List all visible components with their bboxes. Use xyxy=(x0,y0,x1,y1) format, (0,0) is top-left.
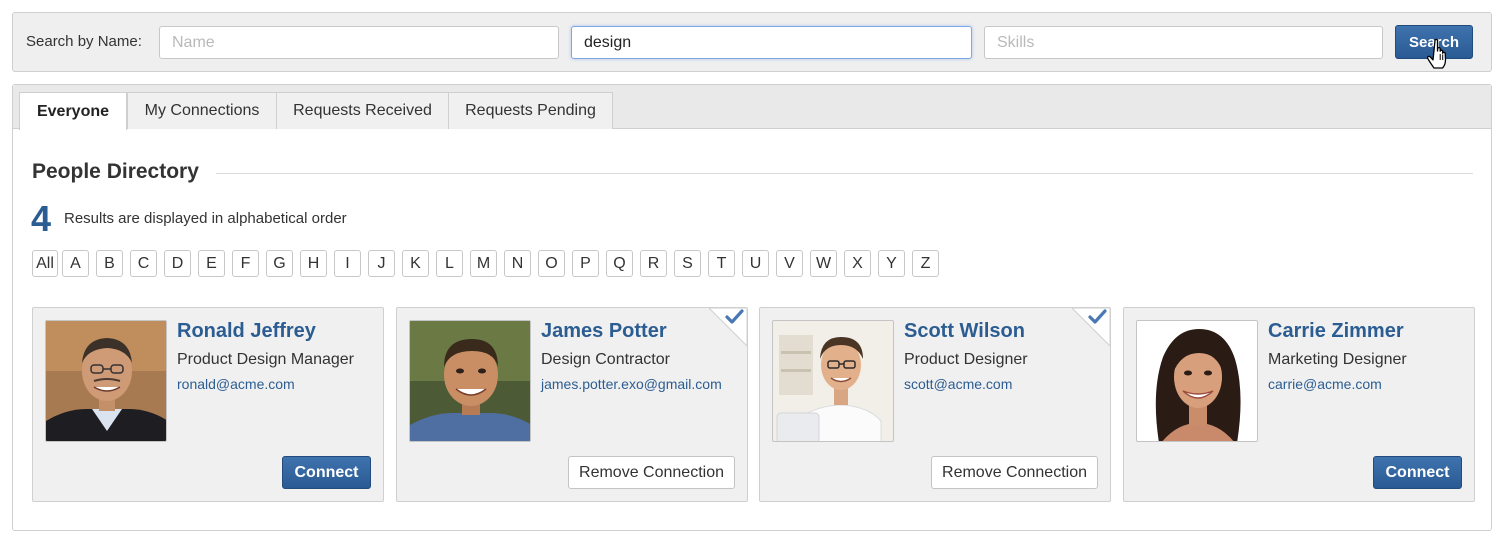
tab-requests-pending[interactable]: Requests Pending xyxy=(448,92,613,129)
letter-filter-z[interactable]: Z xyxy=(912,250,939,277)
connected-check-icon xyxy=(709,308,747,346)
person-email[interactable]: carrie@acme.com xyxy=(1268,376,1382,392)
letter-filter-v[interactable]: V xyxy=(776,250,803,277)
tab-requests-received[interactable]: Requests Received xyxy=(276,92,449,129)
letter-filter-n[interactable]: N xyxy=(504,250,531,277)
letter-filter-w[interactable]: W xyxy=(810,250,837,277)
letter-filter-all[interactable]: All xyxy=(32,250,58,277)
letter-filter-u[interactable]: U xyxy=(742,250,769,277)
skills-search-input[interactable] xyxy=(984,26,1383,59)
tab-bar: Everyone My Connections Requests Receive… xyxy=(13,85,1491,130)
person-card: Carrie Zimmer Marketing Designer carrie@… xyxy=(1123,307,1475,502)
person-name[interactable]: Carrie Zimmer xyxy=(1268,320,1404,343)
search-bar: Search by Name: Search xyxy=(12,12,1492,72)
person-role: Product Design Manager xyxy=(177,351,354,368)
person-name[interactable]: Ronald Jeffrey xyxy=(177,320,316,343)
person-name[interactable]: James Potter xyxy=(541,320,667,343)
letter-filter-o[interactable]: O xyxy=(538,250,565,277)
connected-check-icon xyxy=(1072,308,1110,346)
letter-filter-s[interactable]: S xyxy=(674,250,701,277)
letter-filter-k[interactable]: K xyxy=(402,250,429,277)
tab-my-connections[interactable]: My Connections xyxy=(127,92,277,129)
person-email[interactable]: ronald@acme.com xyxy=(177,376,295,392)
person-card: James Potter Design Contractor james.pot… xyxy=(396,307,748,502)
person-email[interactable]: scott@acme.com xyxy=(904,376,1012,392)
letter-filter-p[interactable]: P xyxy=(572,250,599,277)
letter-filter-h[interactable]: H xyxy=(300,250,327,277)
title-divider xyxy=(216,173,1473,174)
person-role: Marketing Designer xyxy=(1268,351,1407,368)
letter-filter-a[interactable]: A xyxy=(62,250,89,277)
letter-filter-i[interactable]: I xyxy=(334,250,361,277)
letter-filter-d[interactable]: D xyxy=(164,250,191,277)
avatar xyxy=(1136,320,1258,442)
hand-cursor-icon xyxy=(1427,38,1447,69)
connect-button[interactable]: Connect xyxy=(282,456,371,489)
letter-filter-g[interactable]: G xyxy=(266,250,293,277)
letter-filter-t[interactable]: T xyxy=(708,250,735,277)
letter-filter-r[interactable]: R xyxy=(640,250,667,277)
avatar xyxy=(45,320,167,442)
letter-filter-m[interactable]: M xyxy=(470,250,497,277)
letter-filter-e[interactable]: E xyxy=(198,250,225,277)
person-role: Design Contractor xyxy=(541,351,670,368)
page-title: People Directory xyxy=(32,160,199,183)
person-role: Product Designer xyxy=(904,351,1028,368)
avatar xyxy=(409,320,531,442)
result-count: 4 xyxy=(31,198,52,239)
person-email[interactable]: james.potter.exo@gmail.com xyxy=(541,376,722,392)
result-description: Results are displayed in alphabetical or… xyxy=(64,210,347,227)
letter-filter-l[interactable]: L xyxy=(436,250,463,277)
avatar xyxy=(772,320,894,442)
remove-connection-button[interactable]: Remove Connection xyxy=(931,456,1098,489)
keyword-search-input[interactable] xyxy=(571,26,972,59)
letter-filter-f[interactable]: F xyxy=(232,250,259,277)
letter-filter-q[interactable]: Q xyxy=(606,250,633,277)
letter-filter-c[interactable]: C xyxy=(130,250,157,277)
letter-filter-b[interactable]: B xyxy=(96,250,123,277)
letter-filter-j[interactable]: J xyxy=(368,250,395,277)
letter-filter-x[interactable]: X xyxy=(844,250,871,277)
people-panel: Everyone My Connections Requests Receive… xyxy=(12,84,1492,531)
person-card: Ronald Jeffrey Product Design Manager ro… xyxy=(32,307,384,502)
search-label: Search by Name: xyxy=(26,33,142,50)
remove-connection-button[interactable]: Remove Connection xyxy=(568,456,735,489)
letter-filter-y[interactable]: Y xyxy=(878,250,905,277)
person-card: Scott Wilson Product Designer scott@acme… xyxy=(759,307,1111,502)
tab-everyone[interactable]: Everyone xyxy=(19,92,127,130)
connect-button[interactable]: Connect xyxy=(1373,456,1462,489)
name-search-input[interactable] xyxy=(159,26,559,59)
person-name[interactable]: Scott Wilson xyxy=(904,320,1025,343)
